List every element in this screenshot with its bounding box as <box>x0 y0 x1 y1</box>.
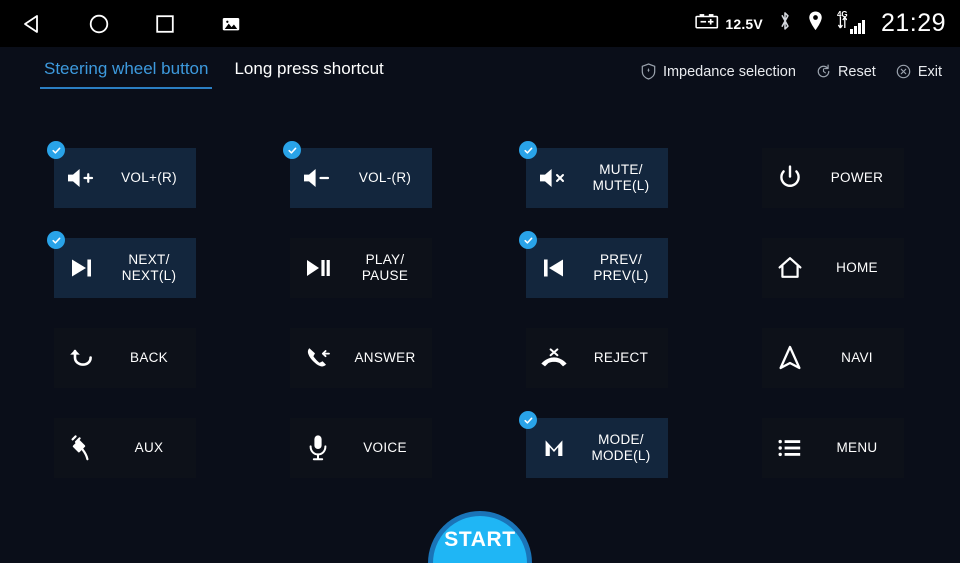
volume-up-icon <box>58 165 106 191</box>
screen-root: 12.5V 4G 21:29 Steering wheel button Lon… <box>0 0 960 563</box>
plug-icon <box>58 433 106 463</box>
voltage-text: 12.5V <box>725 15 763 32</box>
power-icon <box>766 164 814 192</box>
status-indicators: 12.5V 4G 21:29 <box>695 0 946 47</box>
network-type-label: 4G <box>836 10 848 19</box>
start-button[interactable]: START <box>428 511 532 563</box>
grid-row: BACK ANSWER REJECT NAVI <box>54 328 906 388</box>
list-icon <box>766 436 814 460</box>
prev-track-icon <box>530 256 578 280</box>
signal-bar-3 <box>857 23 861 34</box>
restore-icon <box>816 64 831 79</box>
tile-home[interactable]: HOME <box>762 238 904 298</box>
mode-m-icon <box>530 435 578 461</box>
nav-screenshot-button[interactable] <box>198 0 264 47</box>
selected-check-badge <box>519 231 537 249</box>
tile-label: MUTE/MUTE(L) <box>592 162 650 193</box>
tile-label: POWER <box>830 170 884 185</box>
tile-label: VOICE <box>363 440 407 455</box>
image-icon <box>220 13 242 35</box>
volume-down-icon <box>294 165 342 191</box>
tile-power[interactable]: POWER <box>762 148 904 208</box>
nav-recents-button[interactable] <box>132 0 198 47</box>
grid-row: VOL+(R) VOL-(R) MUTE/ MUTE(L) POWER <box>47 141 906 208</box>
tile-aux[interactable]: AUX <box>54 418 196 478</box>
tab-long-press-shortcut[interactable]: Long press shortcut <box>230 57 387 89</box>
tile-label: NEXT/NEXT(L) <box>121 252 177 283</box>
tile-vol-up[interactable]: VOL+(R) <box>47 141 196 208</box>
android-status-bar: 12.5V 4G 21:29 <box>0 0 960 47</box>
location-pin-icon <box>807 10 824 37</box>
selected-check-badge <box>283 141 301 159</box>
close-circle-icon <box>896 64 911 79</box>
grid-row: NEXT/NEXT(L) PLAY/PAUSE PREV/ PREV(L) HO… <box>47 231 906 298</box>
tile-label: BACK <box>130 350 168 365</box>
tile-label: VOL-(R) <box>358 170 412 185</box>
tile-mute[interactable]: MUTE/MUTE(L) <box>519 141 668 208</box>
tab-bar: Steering wheel button Long press shortcu… <box>40 57 388 89</box>
tile-play-pause[interactable]: PLAY/PAUSE <box>290 238 432 298</box>
triangle-left-icon <box>21 12 45 36</box>
tile-label: AUX <box>134 440 164 455</box>
selected-check-badge <box>47 231 65 249</box>
play-pause-icon <box>294 256 342 280</box>
selected-check-badge <box>519 141 537 159</box>
button-grid: VOL+(R) VOL-(R) MUTE/ MUTE(L) POWER NEXT… <box>47 141 906 508</box>
phone-incoming-icon <box>294 344 342 372</box>
tile-label: MODE/MODE(L) <box>591 432 651 463</box>
page-header: Steering wheel button Long press shortcu… <box>0 47 960 103</box>
square-icon <box>153 12 177 36</box>
tile-label: NAVI <box>841 350 873 365</box>
tile-vol-down[interactable]: VOL-(R) <box>283 141 432 208</box>
tile-prev[interactable]: PREV/PREV(L) <box>519 231 668 298</box>
exit-label: Exit <box>917 63 942 80</box>
battery-voltage: 12.5V <box>695 13 763 34</box>
tile-label: MENU <box>836 440 878 455</box>
selected-check-badge <box>47 141 65 159</box>
selected-check-badge <box>519 411 537 429</box>
signal-bar-2 <box>853 26 857 34</box>
tile-voice[interactable]: VOICE <box>290 418 432 478</box>
tile-back[interactable]: BACK <box>54 328 196 388</box>
start-button-label: START <box>444 528 516 551</box>
tile-menu[interactable]: MENU <box>762 418 904 478</box>
reset-label: Reset <box>837 63 876 80</box>
tile-next[interactable]: NEXT/NEXT(L) <box>47 231 196 298</box>
volume-mute-icon <box>530 165 578 191</box>
bluetooth-icon <box>777 10 793 37</box>
phone-hangup-icon <box>530 345 578 371</box>
grid-row: AUX VOICE MODE/ MODE(L) MENU <box>54 411 906 478</box>
tile-label: ANSWER <box>354 350 416 365</box>
tile-label: HOME <box>836 260 878 275</box>
battery-icon <box>695 13 719 34</box>
header-actions: Impedance selection Reset Exit <box>641 63 942 80</box>
android-nav-buttons <box>0 0 264 47</box>
signal-bar-4 <box>861 20 865 34</box>
home-icon <box>766 254 814 282</box>
tile-reject[interactable]: REJECT <box>526 328 668 388</box>
next-track-icon <box>58 256 106 280</box>
tile-answer[interactable]: ANSWER <box>290 328 432 388</box>
microphone-icon <box>294 433 342 463</box>
reset-button[interactable]: Reset <box>816 64 876 80</box>
navigation-arrow-icon <box>766 344 814 372</box>
network-signal: 4G <box>836 10 865 34</box>
tile-label: REJECT <box>593 350 649 365</box>
clock: 21:29 <box>880 9 946 37</box>
signal-bar-1 <box>849 29 853 34</box>
nav-back-button[interactable] <box>0 0 66 47</box>
shield-icon <box>641 63 656 80</box>
tile-label: VOL+(R) <box>121 170 177 185</box>
tile-navi[interactable]: NAVI <box>762 328 904 388</box>
circle-icon <box>87 12 111 36</box>
impedance-selection-label: Impedance selection <box>662 63 796 80</box>
tab-steering-wheel-button[interactable]: Steering wheel button <box>40 57 213 89</box>
exit-button[interactable]: Exit <box>896 64 942 80</box>
tile-label: PREV/PREV(L) <box>593 252 649 283</box>
undo-arrow-icon <box>58 345 106 371</box>
tile-label: PLAY/PAUSE <box>361 252 409 283</box>
nav-home-button[interactable] <box>66 0 132 47</box>
impedance-selection-button[interactable]: Impedance selection <box>641 63 796 80</box>
tile-mode[interactable]: MODE/MODE(L) <box>519 411 668 478</box>
